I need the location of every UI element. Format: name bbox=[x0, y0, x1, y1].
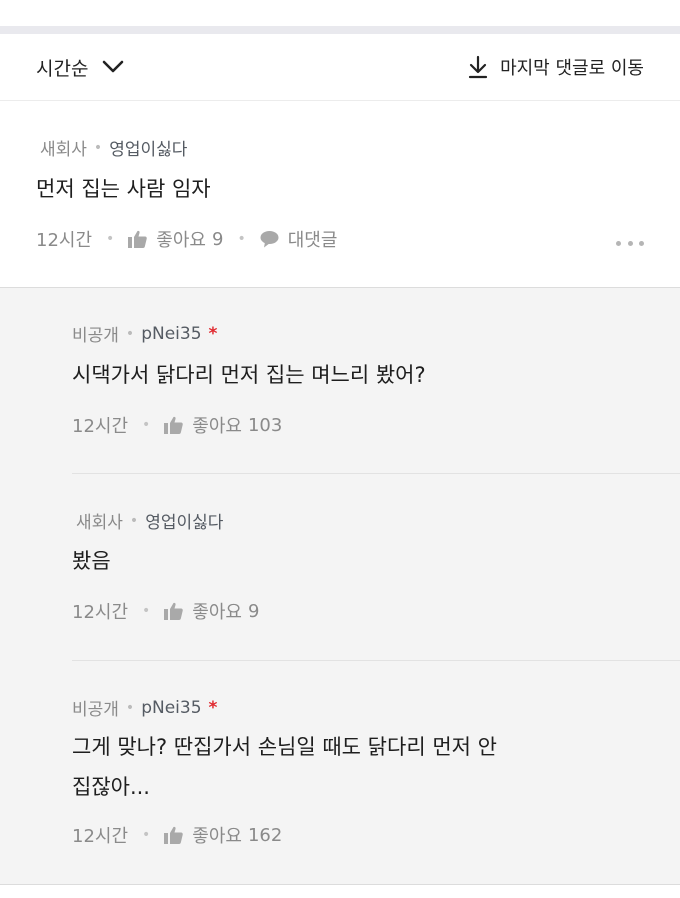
like-label: 좋아요 bbox=[192, 826, 242, 847]
company-name: 비공개 bbox=[72, 326, 119, 346]
reply-label: 대댓글 bbox=[287, 230, 338, 251]
thumbs-up-icon bbox=[164, 826, 184, 844]
comment-meta: 새회사 • 영업이싫다 bbox=[40, 135, 187, 161]
nickname[interactable]: pNei35 bbox=[141, 698, 201, 718]
reply-footer: 12시간 • 좋아요 9 bbox=[72, 598, 259, 624]
download-arrow-icon bbox=[468, 55, 488, 79]
like-label: 좋아요 bbox=[192, 602, 242, 623]
comment-item: 새회사 • 영업이싫다 먼저 집는 사람 임자 12시간 • 좋아요 9 • 대… bbox=[0, 101, 680, 288]
meta-dot: • bbox=[129, 512, 139, 529]
jump-label: 마지막 댓글로 이동 bbox=[500, 58, 644, 79]
reply-meta: 비공개 • pNei35 * bbox=[72, 695, 218, 721]
reply-meta: 비공개 • pNei35 * bbox=[72, 321, 218, 347]
comment-text: 먼저 집는 사람 임자 bbox=[36, 177, 211, 201]
footer-dot: • bbox=[106, 231, 115, 247]
comment-footer: 12시간 • 좋아요 9 • 대댓글 bbox=[36, 226, 337, 252]
reply-list: 비공개 • pNei35 * 시댁가서 닭다리 먼저 집는 며느리 봤어? 12… bbox=[0, 288, 680, 885]
more-dot bbox=[639, 240, 644, 246]
thumbs-up-icon bbox=[128, 230, 148, 248]
like-count: 103 bbox=[247, 414, 283, 436]
meta-dot: • bbox=[125, 325, 135, 342]
like-label: 좋아요 bbox=[192, 416, 242, 437]
like-button[interactable]: 좋아요 103 bbox=[164, 412, 282, 438]
reply-meta: 새회사 • 영업이싫다 bbox=[76, 508, 223, 534]
comment-time: 12시간 bbox=[36, 230, 93, 251]
sort-label: 시간순 bbox=[36, 57, 89, 80]
footer-dot: • bbox=[142, 417, 151, 433]
nickname[interactable]: 영업이싫다 bbox=[145, 508, 223, 533]
company-name: 새회사 bbox=[40, 140, 87, 160]
reply-time: 12시간 bbox=[72, 826, 129, 847]
footer-dot: • bbox=[142, 603, 151, 619]
like-button[interactable]: 좋아요 9 bbox=[128, 226, 223, 252]
section-separator bbox=[0, 26, 680, 34]
reply-text-line: 그게 맞나? 딴집가서 손님일 때도 닭다리 먼저 안 bbox=[72, 735, 497, 759]
comment-toolbar: 시간순 마지막 댓글로 이동 bbox=[0, 34, 680, 101]
reply-text: 그게 맞나? 딴집가서 손님일 때도 닭다리 먼저 안 집잖아... bbox=[72, 727, 497, 807]
reply-text-line: 집잖아... bbox=[72, 775, 150, 799]
like-label: 좋아요 bbox=[156, 230, 206, 251]
like-count: 9 bbox=[247, 600, 260, 622]
reply-button[interactable]: 대댓글 bbox=[260, 226, 338, 252]
reply-text: 시댁가서 닭다리 먼저 집는 며느리 봤어? bbox=[72, 363, 426, 387]
jump-to-last-comment-button[interactable]: 마지막 댓글로 이동 bbox=[468, 53, 644, 81]
like-button[interactable]: 좋아요 9 bbox=[164, 598, 259, 624]
speech-bubble-icon bbox=[260, 231, 279, 248]
meta-dot: • bbox=[93, 139, 103, 156]
more-dot bbox=[616, 240, 621, 246]
reply-footer: 12시간 • 좋아요 103 bbox=[72, 412, 282, 438]
reply-time: 12시간 bbox=[72, 602, 129, 623]
footer-dot: • bbox=[237, 231, 246, 247]
footer-dot: • bbox=[142, 827, 151, 843]
like-count: 162 bbox=[247, 824, 283, 846]
thumbs-up-icon bbox=[164, 602, 184, 620]
more-dot bbox=[627, 240, 633, 246]
top-strip bbox=[0, 0, 680, 26]
more-options-button[interactable] bbox=[616, 237, 644, 249]
nickname[interactable]: 영업이싫다 bbox=[109, 135, 187, 160]
company-name: 새회사 bbox=[76, 513, 123, 533]
company-name: 비공개 bbox=[72, 700, 119, 720]
meta-dot: • bbox=[125, 699, 135, 716]
like-button[interactable]: 좋아요 162 bbox=[164, 822, 282, 848]
author-mark: * bbox=[208, 323, 218, 344]
reply-text: 봤음 bbox=[72, 549, 111, 573]
reply-time: 12시간 bbox=[72, 416, 129, 437]
nickname[interactable]: pNei35 bbox=[141, 324, 201, 344]
author-mark: * bbox=[208, 697, 218, 718]
chevron-down-icon bbox=[103, 60, 124, 73]
like-count: 9 bbox=[211, 228, 224, 250]
sort-dropdown[interactable]: 시간순 bbox=[36, 54, 124, 80]
reply-divider bbox=[72, 660, 680, 661]
thumbs-up-icon bbox=[164, 416, 184, 434]
reply-divider bbox=[72, 473, 680, 474]
reply-footer: 12시간 • 좋아요 162 bbox=[72, 822, 282, 848]
